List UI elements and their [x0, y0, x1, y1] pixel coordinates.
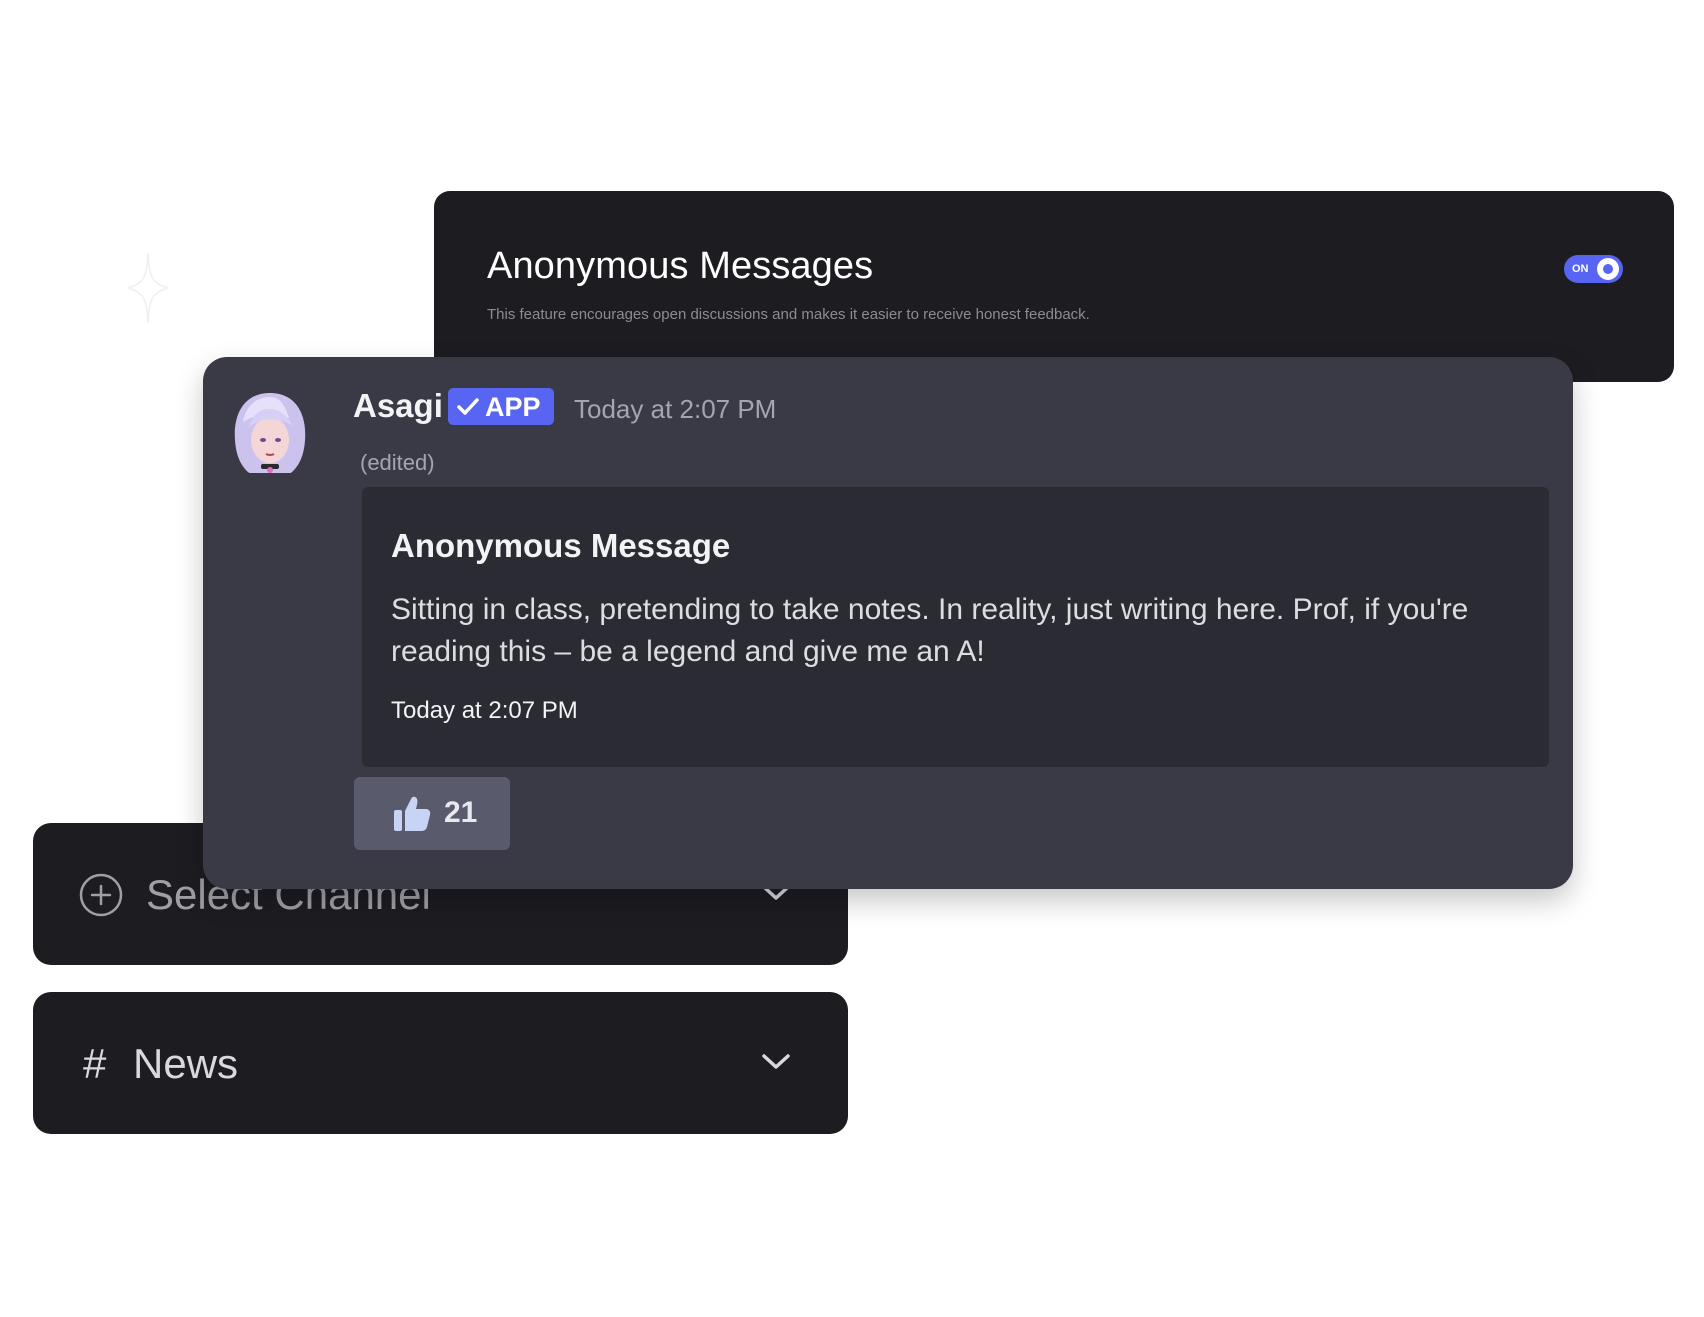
reaction-count: 21: [444, 796, 478, 829]
thumbs-up-reaction[interactable]: 21: [354, 777, 510, 850]
plus-circle-icon: [79, 873, 123, 917]
feature-title: Anonymous Messages: [487, 245, 874, 287]
username[interactable]: Asagi: [353, 387, 443, 425]
edited-label: (edited): [360, 450, 435, 475]
news-channel-dropdown[interactable]: # News: [33, 992, 848, 1134]
check-icon: [457, 398, 479, 415]
embed-footer-timestamp: Today at 2:07 PM: [391, 697, 578, 724]
avatar-illustration: [225, 388, 315, 478]
thumbs-up-icon: [394, 796, 431, 831]
message-timestamp[interactable]: Today at 2:07 PM: [574, 394, 776, 425]
toggle-label: ON: [1572, 263, 1589, 275]
sparkle-icon: [128, 253, 168, 323]
avatar[interactable]: [225, 388, 315, 478]
toggle-knob: [1597, 258, 1619, 280]
message-card: Asagi APP Today at 2:07 PM (edited) Anon…: [203, 357, 1573, 889]
badge-text: APP: [485, 392, 541, 422]
anonymous-messages-card: Anonymous Messages This feature encourag…: [434, 191, 1674, 382]
anonymous-messages-toggle[interactable]: ON: [1564, 255, 1623, 283]
hash-icon: #: [83, 1040, 107, 1087]
embed-title: Anonymous Message: [391, 527, 731, 564]
app-badge: APP: [448, 388, 554, 425]
news-channel-label: News: [133, 1040, 239, 1087]
chevron-down-icon: [762, 1054, 790, 1069]
feature-description: This feature encourages open discussions…: [487, 306, 1090, 323]
embed-body: Sitting in class, pretending to take not…: [391, 593, 1469, 668]
message-embed: Anonymous Message Sitting in class, pret…: [362, 487, 1549, 767]
